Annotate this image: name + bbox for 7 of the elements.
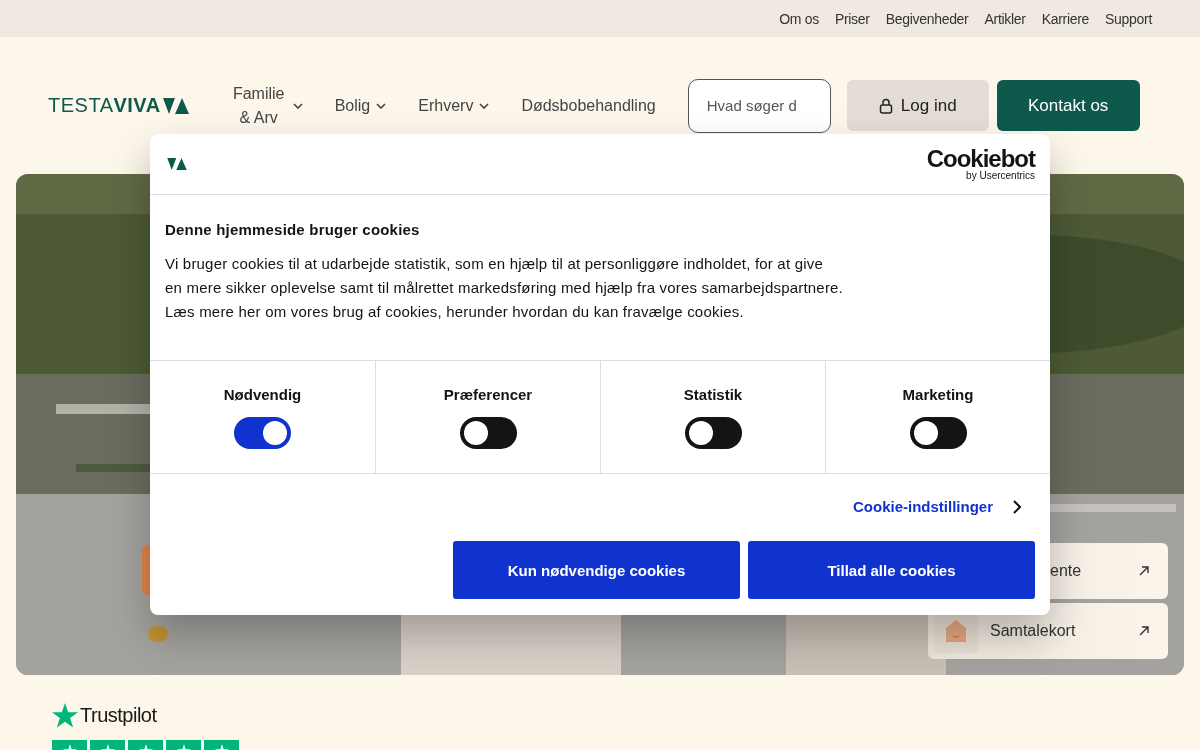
- category-label: Nødvendig: [223, 386, 302, 403]
- dialog-title: Denne hjemmeside bruger cookies: [165, 221, 421, 238]
- category-label: Marketing: [902, 386, 974, 403]
- dialog-text: Vi bruger cookies til at udarbejde statistik, som en hjælp til at personliggøre indholdet, for at give en mere sikker oplevelse samt til målrettet markedsføring med hjælp fra vores samarbejdspartnere. Læs mere her om vores brug af cookies, herunder hvordan du kan fravælge cookies.: [165, 254, 844, 322]
- category-label: Statistik: [683, 386, 743, 403]
- category-label: Præferencer: [443, 386, 533, 403]
- cookiebot-logo: Cookiebot by Usercentrics: [926, 147, 1035, 181]
